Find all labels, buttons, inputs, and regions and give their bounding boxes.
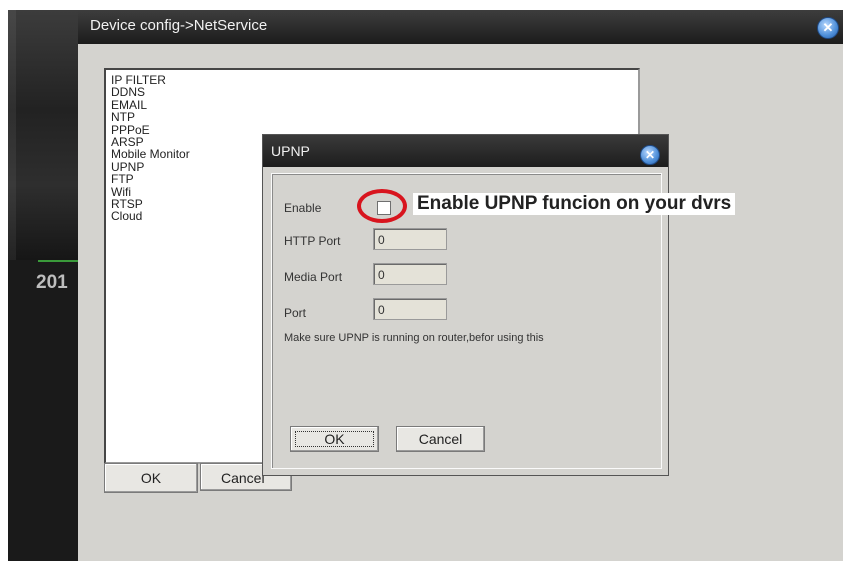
camera-divider — [38, 260, 78, 262]
window-title: Device config->NetService — [90, 17, 268, 34]
camera-timestamp: 201 — [36, 272, 68, 293]
camera-preview-strip: 201 — [8, 10, 78, 561]
service-list-items: IP FILTER DDNS EMAIL NTP PPPoE ARSP Mobile Mon… — [108, 74, 190, 223]
enable-label: Enable — [284, 201, 322, 215]
close-icon[interactable]: ✕ — [817, 17, 839, 39]
focus-rect — [295, 431, 374, 447]
dialog-close-icon[interactable]: ✕ — [640, 145, 660, 165]
media-port-label: Media Port — [284, 270, 343, 284]
highlight-circle — [357, 189, 407, 223]
service-list-item[interactable]: Mobile Monitor — [108, 148, 190, 161]
http-port-field[interactable]: 0 — [373, 228, 447, 250]
dialog-titlebar: UPNP ✕ — [263, 135, 668, 167]
port-label: Port — [284, 306, 307, 320]
upnp-note: Make sure UPNP is running on router,befo… — [284, 332, 544, 344]
port-field[interactable]: 0 — [373, 298, 447, 320]
window-titlebar: Device config->NetService ✕ — [78, 10, 843, 44]
dialog-ok-button[interactable]: OK — [290, 426, 379, 452]
dialog-cancel-button[interactable]: Cancel — [396, 426, 485, 452]
dialog-title: UPNP — [271, 143, 310, 159]
http-port-label: HTTP Port — [284, 234, 341, 248]
service-list-item[interactable]: NTP — [108, 111, 190, 124]
service-list-item[interactable]: FTP — [108, 173, 190, 186]
service-list-item[interactable]: DDNS — [108, 86, 190, 99]
upnp-dialog: UPNP ✕ Enable HTTP Port 0 Media Port 0 P… — [262, 134, 669, 476]
camera-video-image — [8, 10, 78, 260]
ok-button[interactable]: OK — [104, 463, 198, 493]
annotation-text: Enable UPNP funcion on your dvrs — [413, 193, 736, 215]
service-list-item[interactable]: Cloud — [108, 210, 190, 223]
dialog-body: Enable HTTP Port 0 Media Port 0 Port 0 M… — [271, 173, 662, 469]
media-port-field[interactable]: 0 — [373, 263, 447, 285]
